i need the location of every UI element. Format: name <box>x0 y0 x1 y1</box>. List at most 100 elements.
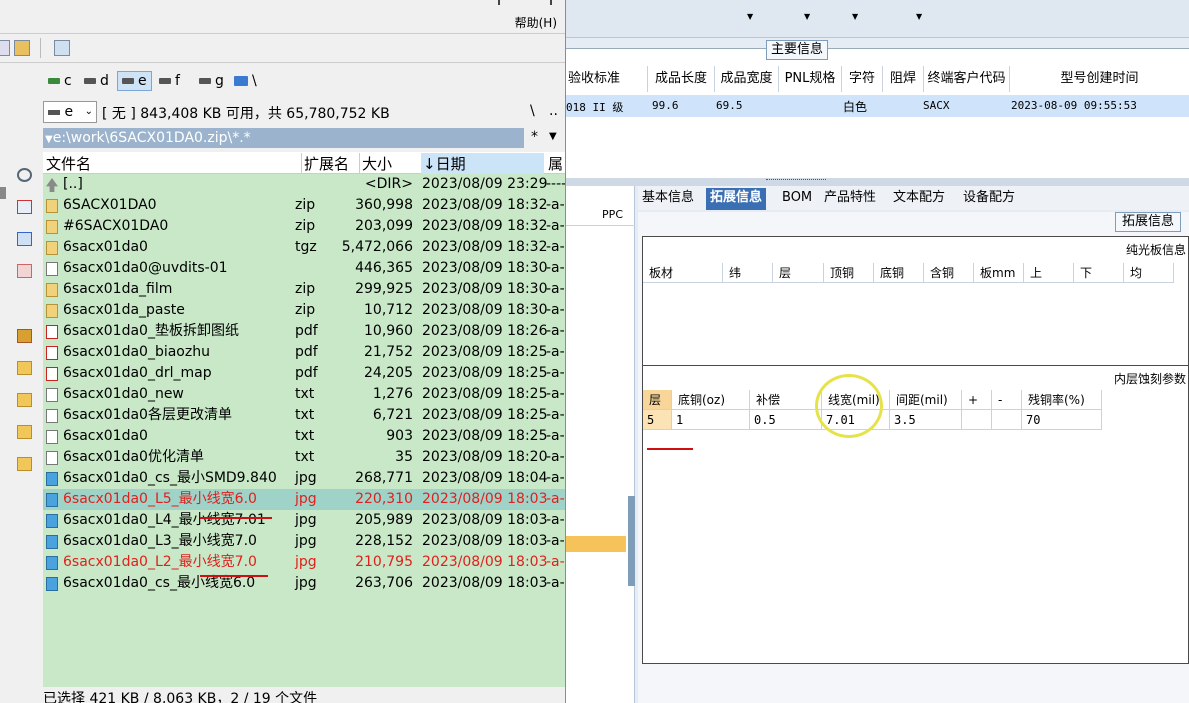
move-icon[interactable] <box>17 264 32 278</box>
file-row[interactable]: 6sacx01da0@uvdits-01 446,365 2023/08/09 18… <box>43 258 565 279</box>
col-ext-header[interactable]: 扩展名 <box>301 153 349 174</box>
file-row[interactable]: 6sacx01da0_drl_map pdf 24,205 2023/08/09 18… <box>43 363 565 384</box>
drive-g-button[interactable]: g <box>195 71 228 91</box>
file-row[interactable]: 6sacx01da0各层更改清单 txt 6,721 2023/08/09 18:25… <box>43 405 565 426</box>
splitter-grip[interactable] <box>766 179 826 182</box>
root-dir-button[interactable]: \ <box>530 103 535 119</box>
col-header[interactable]: 验收标准 <box>566 66 648 92</box>
file-list[interactable]: [..] <DIR> 2023/08/09 23:29 ---- 6SACX01DA0 z… <box>43 174 565 687</box>
file-row[interactable]: 6sacx01da_paste zip 10,712 2023/08/09 18:30… <box>43 300 565 321</box>
file-row[interactable]: 6sacx01da0_垫板拆卸图纸 pdf 10,960 2023/08/09 18:… <box>43 321 565 342</box>
col-header[interactable]: 顶铜 <box>824 263 874 283</box>
col-header[interactable]: 型号创建时间 <box>1010 66 1189 92</box>
drive-e-button[interactable]: e <box>117 71 152 91</box>
col-header[interactable]: 底铜(oz) <box>672 390 750 410</box>
parent-dir-button[interactable]: .. <box>549 103 558 119</box>
col-header[interactable]: 补偿 <box>750 390 822 410</box>
dropdown-arrow-icon[interactable]: ▼ <box>804 12 810 21</box>
file-row[interactable]: 6sacx01da0优化清单 txt 35 2023/08/09 18:20 -a- <box>43 447 565 468</box>
col-header[interactable]: 板mm <box>974 263 1024 283</box>
copy-icon[interactable] <box>17 232 32 246</box>
col-header[interactable]: 层 <box>643 390 672 410</box>
main-grid-row[interactable]: 018 II 级 99.6 69.5 白色 SACX 2023-08-09 09… <box>566 95 1189 117</box>
col-header[interactable]: 字符 <box>842 66 883 92</box>
drive-select[interactable]: e ⌄ <box>43 101 97 123</box>
col-header[interactable]: 终端客户代码 <box>924 66 1010 92</box>
file-row[interactable]: 6sacx01da0_L2_最小线宽7.0 jpg 210,795 2023/08/0… <box>43 552 565 573</box>
col-header[interactable]: PNL规格 <box>779 66 842 92</box>
file-row[interactable]: 6SACX01DA0 zip 360,998 2023/08/09 18:32 -a- <box>43 195 565 216</box>
drive-c-button[interactable]: c <box>44 71 76 91</box>
filter-button[interactable]: * <box>531 129 538 145</box>
col-header[interactable]: 板材 <box>643 263 723 283</box>
package-icon[interactable] <box>17 329 32 343</box>
col-header[interactable]: 间距(mil) <box>890 390 962 410</box>
tab-product-features[interactable]: 产品特性 <box>820 188 880 210</box>
table-cell[interactable] <box>962 410 992 430</box>
tab-bom[interactable]: BOM <box>778 188 816 210</box>
file-row[interactable]: 6sacx01da0_L3_最小线宽7.0 jpg 228,152 2023/08/0… <box>43 531 565 552</box>
vertical-splitter[interactable] <box>628 496 635 586</box>
dropdown-arrow-icon[interactable]: ▼ <box>747 12 753 21</box>
col-name-header[interactable]: 文件名 <box>46 153 91 174</box>
col-header[interactable]: 成品宽度 <box>715 66 779 92</box>
col-header[interactable]: PPC <box>566 208 635 226</box>
file-row[interactable]: 6sacx01da0 tgz 5,472,066 2023/08/09 18:32 -a… <box>43 237 565 258</box>
folder-icon[interactable] <box>17 425 32 439</box>
notepad-icon[interactable] <box>54 40 70 56</box>
col-header[interactable]: 层 <box>773 263 824 283</box>
file-row[interactable]: 6sacx01da0_cs_最小SMD9.840 jpg 268,771 2023/0… <box>43 468 565 489</box>
dropdown-arrow-icon[interactable]: ▼ <box>916 12 922 21</box>
dropdown-arrow-icon[interactable]: ▼ <box>852 12 858 21</box>
selected-row-highlight[interactable] <box>566 536 626 552</box>
col-size-header[interactable]: 大小 <box>359 153 392 174</box>
help-menu[interactable]: 帮助(H) <box>515 14 557 31</box>
tab-extended-info[interactable]: 拓展信息 <box>706 188 767 210</box>
table-cell[interactable] <box>992 410 1022 430</box>
col-header[interactable]: 上 <box>1024 263 1074 283</box>
file-row[interactable]: 6sacx01da0_biaozhu pdf 21,752 2023/08/09 18… <box>43 342 565 363</box>
col-date-header[interactable]: ↓日期 <box>421 153 544 174</box>
hotlist-dropdown-icon[interactable]: ▼ <box>549 131 557 142</box>
view-file-icon[interactable] <box>17 200 32 214</box>
file-row[interactable]: 6sacx01da0 txt 903 2023/08/09 18:25 -a- <box>43 426 565 447</box>
file-row[interactable]: 6sacx01da0_L4_最小线宽7.01 jpg 205,989 2023/08/… <box>43 510 565 531</box>
col-attr-header[interactable]: 属 <box>548 153 563 174</box>
drive-f-button[interactable]: f <box>155 71 184 91</box>
tab-equipment-recipe[interactable]: 设备配方 <box>959 188 1019 210</box>
col-header[interactable]: 阻焊 <box>883 66 924 92</box>
tab-text-recipe[interactable]: 文本配方 <box>889 188 949 210</box>
copy-names-icon[interactable] <box>14 40 30 56</box>
network-drive-button[interactable]: \ <box>230 71 261 91</box>
col-header[interactable]: 下 <box>1074 263 1124 283</box>
folder-icon[interactable] <box>17 393 32 407</box>
file-row[interactable]: 6sacx01da0_cs_最小线宽6.0 jpg 263,706 2023/08/0… <box>43 573 565 594</box>
col-header[interactable]: + <box>962 390 992 410</box>
new-folder-icon[interactable] <box>17 361 32 375</box>
path-bar[interactable]: ▼e:\work\6SACX01DA0.zip\*.* <box>43 128 524 148</box>
history-arrow-icon[interactable]: ▼ <box>45 134 53 145</box>
file-row[interactable]: 6sacx01da0_L5_最小线宽6.0 jpg 220,310 2023/08/0… <box>43 489 565 510</box>
table-cell[interactable]: 1 <box>672 410 750 430</box>
toolbar-edge-icon[interactable] <box>0 40 10 56</box>
table-cell[interactable]: 70 <box>1022 410 1102 430</box>
col-header[interactable]: 底铜 <box>874 263 924 283</box>
col-header[interactable]: 纬 <box>723 263 773 283</box>
folder-icon[interactable] <box>17 457 32 471</box>
file-row[interactable]: [..] <DIR> 2023/08/09 23:29 ---- <box>43 174 565 195</box>
table-cell[interactable]: 0.5 <box>750 410 822 430</box>
tab-basic-info[interactable]: 基本信息 <box>638 188 698 210</box>
col-header[interactable]: 成品长度 <box>648 66 715 92</box>
drive-d-button[interactable]: d <box>80 71 113 91</box>
file-row[interactable]: 6sacx01da0_new txt 1,276 2023/08/09 18:25 -a… <box>43 384 565 405</box>
col-header[interactable]: 残铜率(%) <box>1022 390 1102 410</box>
horizontal-splitter[interactable] <box>566 178 1189 186</box>
table-cell[interactable]: 5 <box>643 410 672 430</box>
col-header[interactable]: 含铜 <box>924 263 974 283</box>
file-row[interactable]: #6SACX01DA0 zip 203,099 2023/08/09 18:32 -a- <box>43 216 565 237</box>
table-cell[interactable]: 3.5 <box>890 410 962 430</box>
col-header[interactable]: - <box>992 390 1022 410</box>
file-row[interactable]: 6sacx01da_film zip 299,925 2023/08/09 18:30… <box>43 279 565 300</box>
search-icon[interactable] <box>17 168 32 182</box>
col-header[interactable]: 均 <box>1124 263 1174 283</box>
